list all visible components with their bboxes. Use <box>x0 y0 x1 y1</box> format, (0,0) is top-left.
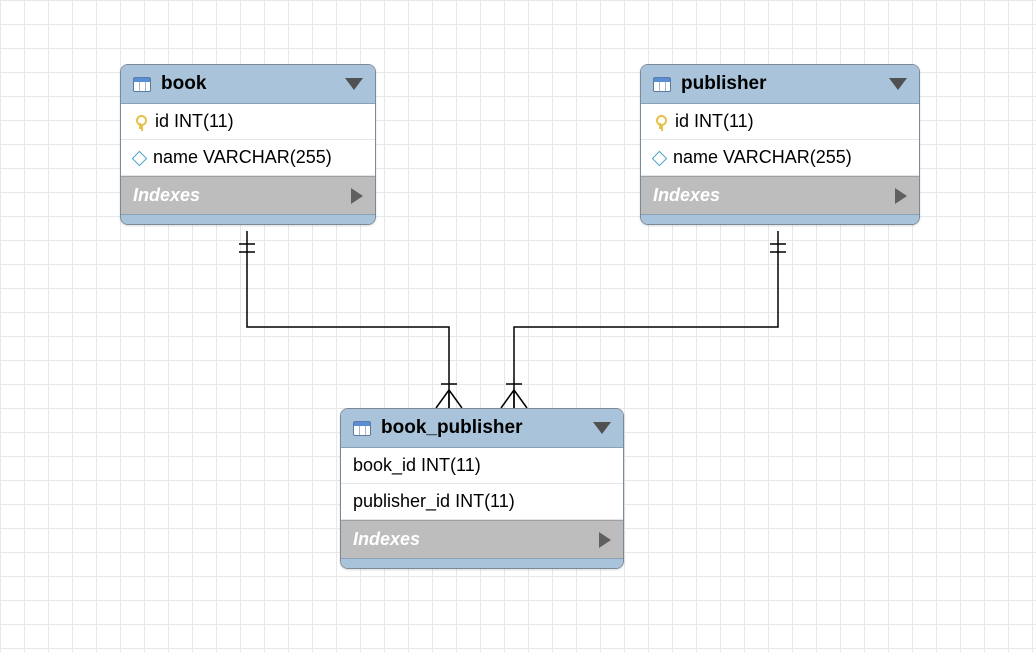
table-icon <box>653 77 671 92</box>
column-row[interactable]: name VARCHAR(255) <box>641 140 919 176</box>
column-row[interactable]: id INT(11) <box>121 104 375 140</box>
indexes-label: Indexes <box>133 185 341 206</box>
entity-book-publisher[interactable]: book_publisher book_id INT(11) publisher… <box>340 408 624 569</box>
collapse-icon[interactable] <box>889 78 907 90</box>
entity-header-book-publisher[interactable]: book_publisher <box>341 409 623 448</box>
erd-canvas[interactable]: book id INT(11) name VARCHAR(255) Indexe… <box>0 0 1036 652</box>
indexes-section[interactable]: Indexes <box>121 176 375 214</box>
entity-footer <box>341 558 623 568</box>
primary-key-icon <box>133 115 147 129</box>
column-row[interactable]: publisher_id INT(11) <box>341 484 623 520</box>
primary-key-icon <box>653 115 667 129</box>
column-row[interactable]: book_id INT(11) <box>341 448 623 484</box>
column-icon <box>653 152 665 164</box>
indexes-section[interactable]: Indexes <box>341 520 623 558</box>
column-text: id INT(11) <box>675 111 754 132</box>
entity-header-publisher[interactable]: publisher <box>641 65 919 104</box>
entity-title: publisher <box>681 73 879 95</box>
expand-icon[interactable] <box>351 188 363 204</box>
collapse-icon[interactable] <box>345 78 363 90</box>
column-text: book_id INT(11) <box>353 455 481 476</box>
collapse-icon[interactable] <box>593 422 611 434</box>
entity-title: book_publisher <box>381 417 583 439</box>
entity-footer <box>121 214 375 224</box>
entity-header-book[interactable]: book <box>121 65 375 104</box>
indexes-label: Indexes <box>653 185 885 206</box>
column-text: name VARCHAR(255) <box>673 147 852 168</box>
expand-icon[interactable] <box>895 188 907 204</box>
entity-title: book <box>161 73 335 95</box>
column-row[interactable]: name VARCHAR(255) <box>121 140 375 176</box>
column-icon <box>133 152 145 164</box>
entity-footer <box>641 214 919 224</box>
column-row[interactable]: id INT(11) <box>641 104 919 140</box>
column-text: name VARCHAR(255) <box>153 147 332 168</box>
indexes-section[interactable]: Indexes <box>641 176 919 214</box>
table-icon <box>133 77 151 92</box>
table-icon <box>353 421 371 436</box>
indexes-label: Indexes <box>353 529 589 550</box>
expand-icon[interactable] <box>599 532 611 548</box>
entity-book[interactable]: book id INT(11) name VARCHAR(255) Indexe… <box>120 64 376 225</box>
entity-publisher[interactable]: publisher id INT(11) name VARCHAR(255) I… <box>640 64 920 225</box>
column-text: id INT(11) <box>155 111 234 132</box>
column-text: publisher_id INT(11) <box>353 491 515 512</box>
